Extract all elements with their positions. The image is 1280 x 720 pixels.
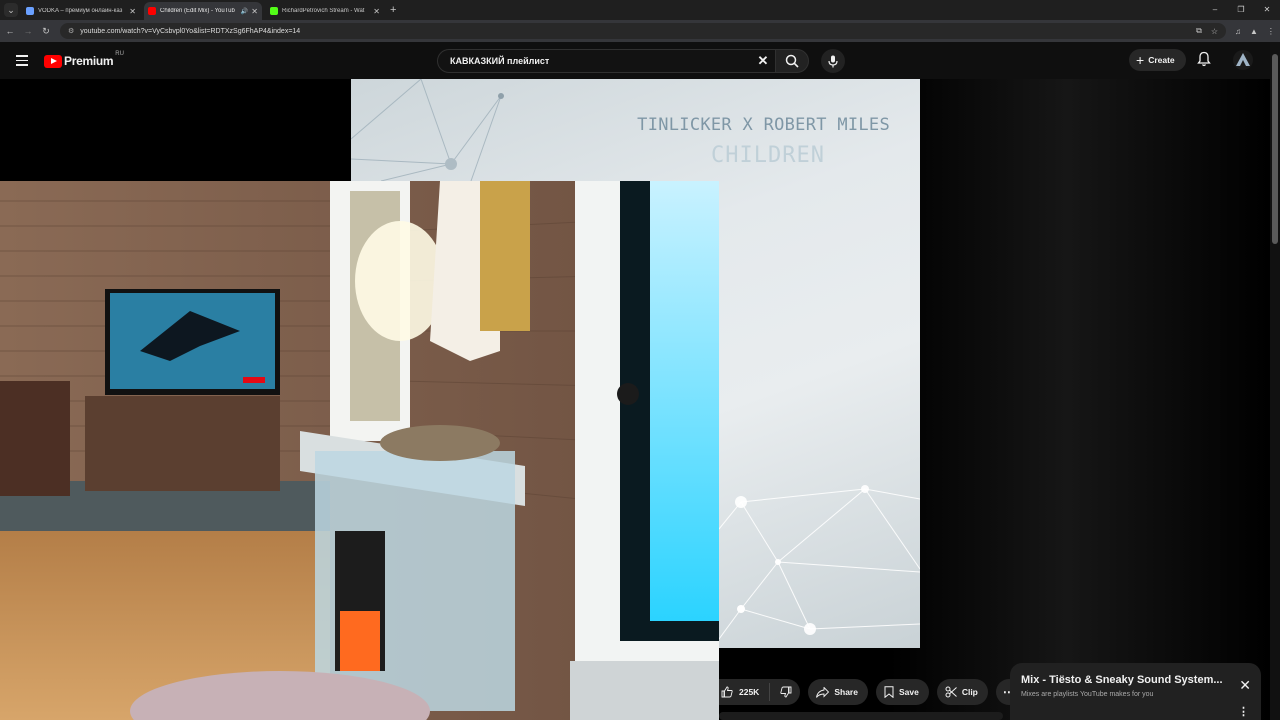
tab-close-icon[interactable]: ✕ (373, 7, 380, 16)
scrollbar-thumb[interactable] (1272, 54, 1278, 244)
network-node (804, 623, 816, 635)
site-info-icon[interactable]: ⚙ (68, 27, 74, 35)
youtube-masthead: Premium RU КАВКАЗКИЙ плейлист ✕ + Create (0, 42, 1270, 79)
guide-menu-icon[interactable] (16, 55, 28, 66)
mix-subtitle: Mixes are playlists YouTube makes for yo… (1021, 691, 1154, 698)
search-button[interactable] (775, 49, 809, 73)
mix-title[interactable]: Mix - Tiësto & Sneaky Sound System... (1021, 674, 1231, 686)
save-label: Save (898, 687, 919, 697)
tab-search-icon[interactable]: ⌄ (4, 3, 18, 17)
dislike-button[interactable] (770, 686, 792, 698)
tab-kick-stream[interactable]: RichardPetrovich Stream - Wat ✕ (266, 2, 384, 20)
browser-toolbar: ← → ↻ ⚙ youtube.com/watch?v=VyCsbvpl0Yo&… (0, 20, 1280, 42)
network-node (445, 158, 457, 170)
share-label: Share (834, 687, 858, 697)
clear-search-icon[interactable]: ✕ (751, 53, 775, 69)
close-icon[interactable]: ✕ (1239, 677, 1251, 694)
forward-icon[interactable]: → (20, 26, 36, 36)
video-actions-bar: 225K Share Save Clip ⋯ (719, 678, 1022, 706)
clip-button[interactable]: Clip (936, 679, 988, 705)
browser-tab-strip: ⌄ VODKA – премиум онлайн-каз ✕ Children … (0, 0, 1280, 20)
back-icon[interactable]: ← (2, 26, 18, 36)
logo-wordmark: Premium (64, 54, 114, 68)
like-dislike-group: 225K (719, 679, 801, 705)
speaker-icon[interactable]: 🔊 (241, 8, 248, 15)
youtube-favicon (148, 7, 156, 15)
microphone-icon (828, 55, 838, 67)
search-icon (785, 54, 799, 68)
save-button[interactable]: Save (875, 679, 929, 705)
youtube-premium-logo[interactable]: Premium RU (44, 51, 124, 68)
address-bar[interactable]: ⚙ youtube.com/watch?v=VyCsbvpl0Yo&list=R… (60, 23, 1226, 39)
tab-title: RichardPetrovich Stream - Wat (282, 8, 365, 14)
clip-label: Clip (961, 687, 978, 697)
create-button[interactable]: + Create (1129, 49, 1186, 71)
scissors-icon (945, 686, 957, 698)
tab-favicon (26, 7, 34, 15)
new-tab-button[interactable]: + (390, 4, 396, 16)
kick-favicon (270, 7, 278, 15)
like-button[interactable]: 225K (719, 683, 771, 701)
browser-menu-icon[interactable]: ⋮ (1267, 27, 1275, 36)
video-track-text: CHILDREN (711, 143, 825, 168)
share-button[interactable]: Share (808, 679, 868, 705)
search-query-text: КАВКАЗКИЙ плейлист (450, 56, 550, 66)
restore-button[interactable]: ❐ (1228, 0, 1254, 20)
search-input[interactable]: КАВКАЗКИЙ плейлист ✕ (437, 49, 775, 73)
minimize-button[interactable]: – (1202, 0, 1228, 20)
like-count: 225K (739, 687, 760, 697)
create-label: Create (1148, 55, 1175, 65)
media-control-icon[interactable]: ♫ (1235, 27, 1241, 36)
tab-title: VODKA – премиум онлайн-каз (38, 8, 123, 14)
close-window-button[interactable]: ✕ (1254, 0, 1280, 20)
window-controls: – ❐ ✕ (1202, 0, 1280, 20)
open-in-app-icon[interactable]: ⧉ (1196, 26, 1202, 36)
tab-youtube-children[interactable]: Children (Edit Mix) - YouTub 🔊 ✕ (144, 2, 262, 20)
bookmark-star-icon[interactable]: ☆ (1211, 27, 1218, 36)
url-text: youtube.com/watch?v=VyCsbvpl0Yo&list=RDT… (80, 27, 301, 35)
tab-title: Children (Edit Mix) - YouTub (160, 8, 235, 14)
account-avatar[interactable] (1233, 50, 1253, 70)
youtube-play-icon (44, 54, 62, 68)
tab-vodka[interactable]: VODKA – премиум онлайн-каз ✕ (22, 2, 140, 20)
reload-icon[interactable]: ↻ (38, 26, 54, 37)
mix-playlist-panel[interactable]: Mix - Tiësto & Sneaky Sound System... Mi… (1010, 663, 1261, 720)
room-camera-image (0, 181, 719, 720)
extension-icon[interactable]: ▲ (1250, 27, 1258, 36)
network-node (735, 496, 747, 508)
thumbs-up-icon (721, 686, 733, 698)
page-scrollbar[interactable] (1270, 42, 1280, 720)
network-node (775, 559, 781, 565)
logo-country-code: RU (115, 51, 124, 57)
voice-search-button[interactable] (821, 49, 845, 73)
thumbs-down-icon (780, 686, 792, 698)
network-node (498, 93, 504, 99)
network-node (737, 605, 745, 613)
share-icon (816, 686, 830, 698)
tab-close-icon[interactable]: ✕ (251, 7, 258, 16)
plus-icon: + (1136, 52, 1145, 68)
notifications-bell-icon[interactable] (1197, 51, 1211, 72)
video-artist-text: TINLICKER X ROBERT MILES (637, 115, 890, 135)
playlist-menu-icon[interactable]: ⋮ (1238, 705, 1249, 718)
tab-close-icon[interactable]: ✕ (129, 7, 136, 16)
network-node (861, 485, 869, 493)
description-box-edge (719, 712, 1003, 720)
bookmark-icon (884, 686, 894, 698)
avatar-image-icon (1236, 53, 1250, 66)
camera-feed-overlay (0, 181, 719, 720)
